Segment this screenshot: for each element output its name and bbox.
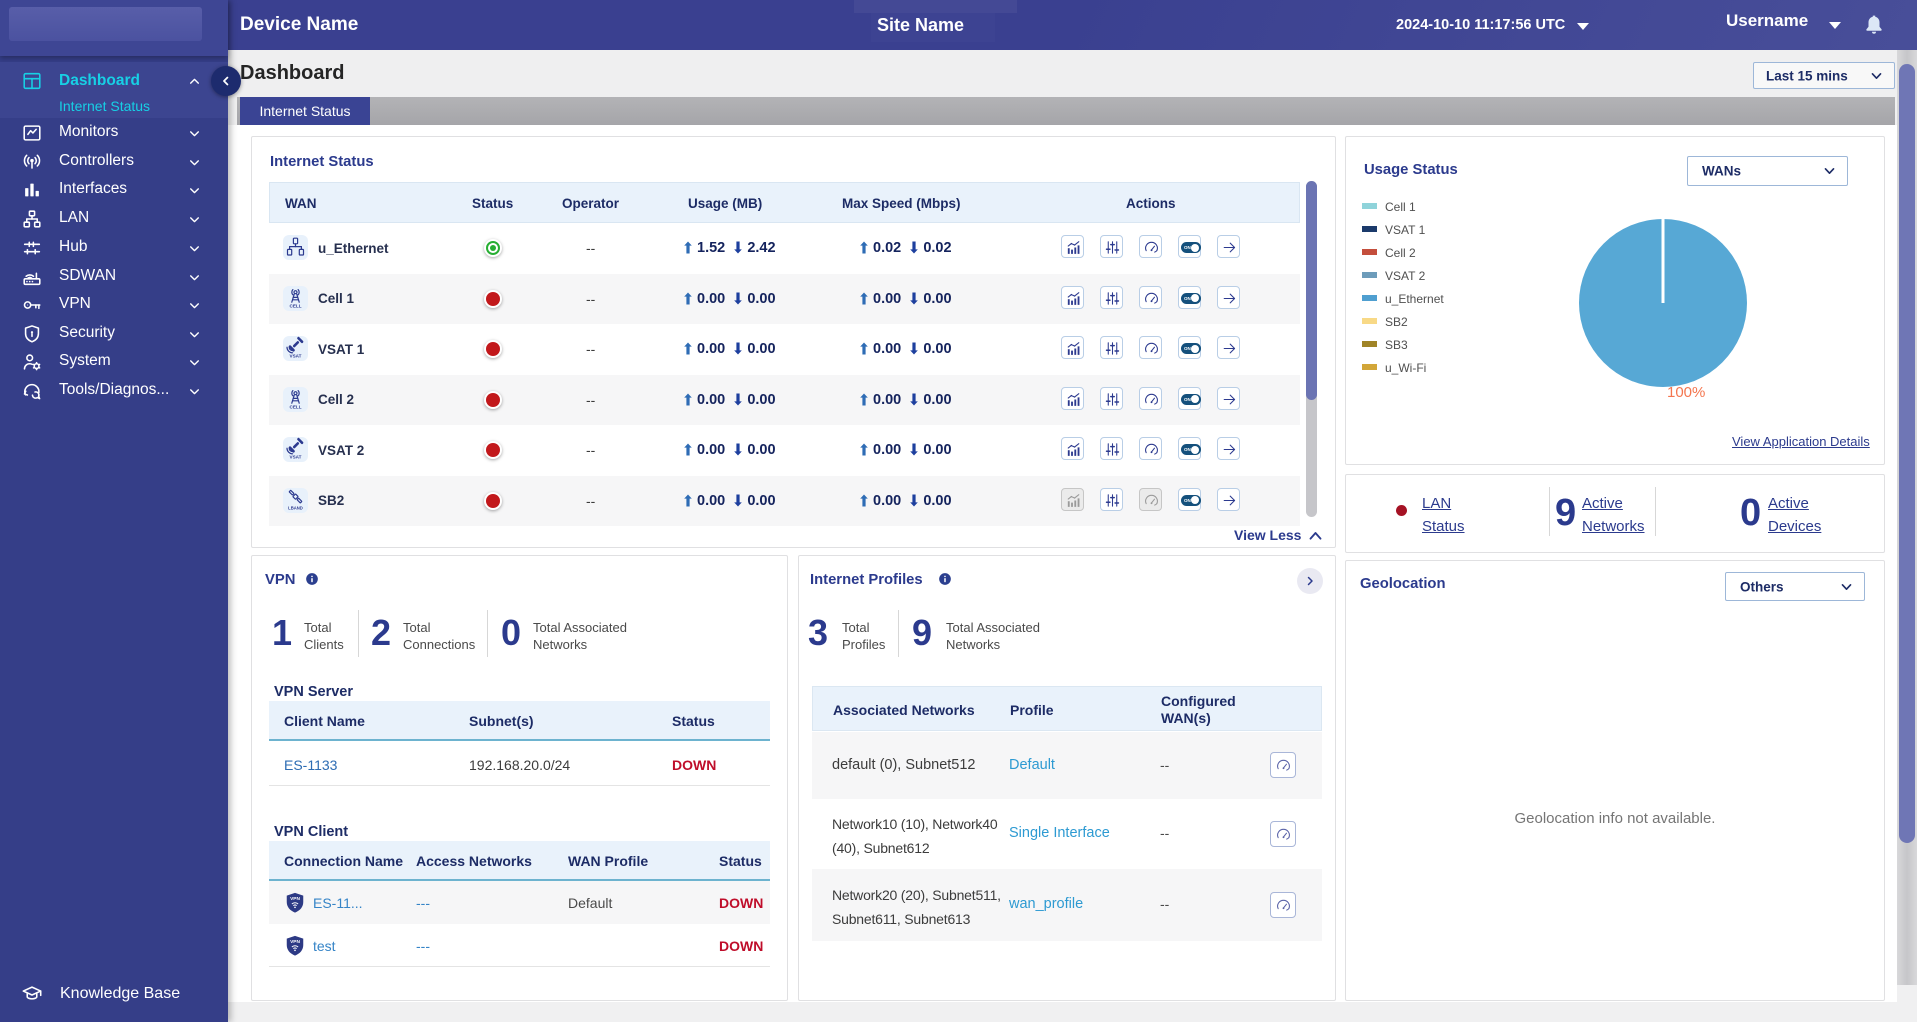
svg-text:CELL: CELL bbox=[290, 404, 302, 409]
svg-text:VPN: VPN bbox=[290, 896, 300, 902]
svg-text:VSAT: VSAT bbox=[290, 354, 302, 359]
svg-text:VPN: VPN bbox=[290, 939, 300, 945]
svg-text:VSAT: VSAT bbox=[290, 455, 302, 460]
svg-text:LBAND: LBAND bbox=[288, 505, 303, 510]
svg-text:CELL: CELL bbox=[290, 303, 302, 308]
